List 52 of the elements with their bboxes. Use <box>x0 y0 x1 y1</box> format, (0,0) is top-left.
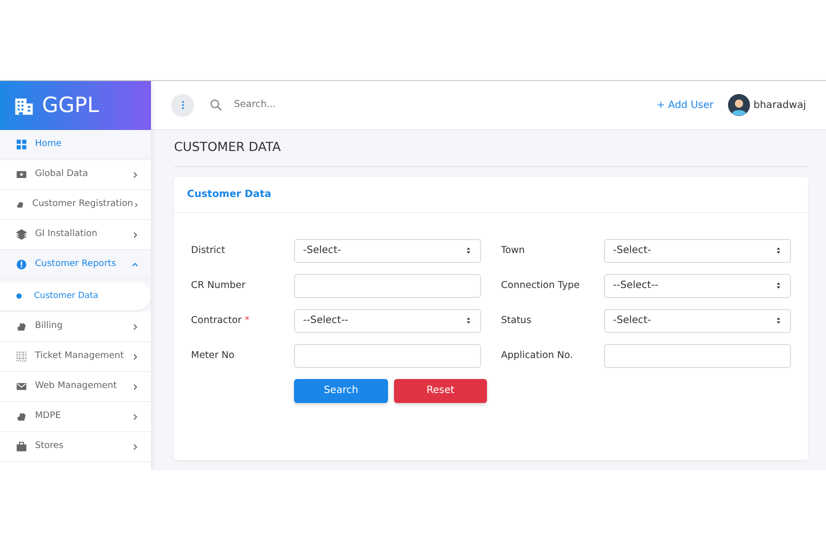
chevron-right-icon <box>131 412 139 420</box>
submenu-item[interactable]: Customer Data <box>0 282 151 310</box>
sidebar-item[interactable]: Customer Reports <box>0 250 151 280</box>
dot-icon <box>16 293 22 299</box>
brand-name: GGPL <box>42 92 99 119</box>
building-icon <box>14 96 34 116</box>
add-user-link[interactable]: + Add User <box>656 98 714 112</box>
user-name[interactable]: bharadwaj <box>754 98 806 112</box>
input-field[interactable] <box>604 344 791 368</box>
select-field[interactable]: --Select-- <box>294 308 481 333</box>
chevron-up-icon <box>131 260 139 268</box>
field-label: Town <box>501 244 526 258</box>
avatar-icon[interactable] <box>728 94 750 116</box>
chevron-right-icon <box>131 170 139 178</box>
field-label: CR Number <box>191 278 246 293</box>
alert-icon <box>16 259 27 270</box>
chevron-right-icon <box>131 230 139 238</box>
sort-caret-icon <box>465 246 472 256</box>
field-label: Status <box>501 314 532 328</box>
field-label: Connection Type <box>501 278 581 293</box>
select-field[interactable]: -Select- <box>604 308 791 333</box>
chevron-right-icon <box>131 322 139 330</box>
search-icon <box>210 99 222 111</box>
sort-caret-icon <box>465 316 472 326</box>
menu-button[interactable] <box>171 94 194 116</box>
input-field[interactable] <box>294 344 481 368</box>
chevron-right-icon <box>133 200 139 208</box>
field-label: Meter No <box>191 348 236 363</box>
card-title: Customer Data <box>187 188 272 200</box>
sort-caret-icon <box>775 246 782 256</box>
sort-caret-icon <box>775 316 782 326</box>
search-button[interactable]: Search <box>294 378 388 403</box>
ticket-icon <box>16 169 27 180</box>
mail-icon <box>16 381 27 392</box>
sort-caret-icon <box>775 281 782 290</box>
field-label: District <box>191 244 226 258</box>
field-label: Application No. <box>501 348 574 363</box>
input-field[interactable] <box>294 274 481 298</box>
chevron-right-icon <box>131 382 139 390</box>
page-title: CUSTOMER DATA <box>174 139 281 154</box>
select-field[interactable]: -Select- <box>604 238 791 263</box>
select-field[interactable]: --Select-- <box>604 274 791 298</box>
select-field[interactable]: -Select- <box>294 238 481 263</box>
layers-icon <box>16 229 27 240</box>
reset-button[interactable]: Reset <box>394 378 487 403</box>
sidebar-item[interactable]: Home <box>0 130 151 160</box>
chevron-right-icon <box>131 352 139 360</box>
grid-icon <box>16 139 27 150</box>
briefcase-icon <box>16 441 27 452</box>
chevron-right-icon <box>131 442 139 450</box>
dotted-grid-icon <box>16 351 27 362</box>
field-label: Contractor * <box>191 314 250 328</box>
